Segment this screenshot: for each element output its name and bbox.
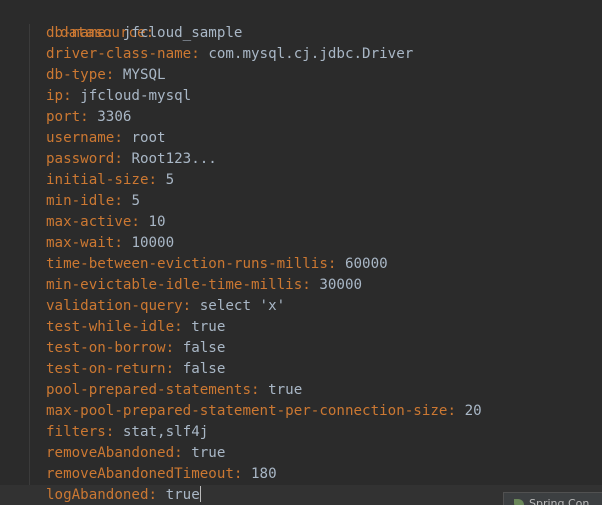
yaml-entry-line[interactable]: validation-query: select 'x' xyxy=(46,296,285,317)
colon: : xyxy=(114,235,132,251)
spring-config-popup[interactable]: Spring Con xyxy=(503,492,602,505)
yaml-value: com.mysql.cj.jdbc.Driver xyxy=(208,46,414,62)
yaml-key: test-while-idle xyxy=(46,319,175,335)
yaml-key: port xyxy=(46,109,81,125)
yaml-key: time-between-eviction-runs-millis xyxy=(46,256,328,272)
yaml-key: filters xyxy=(46,424,106,440)
yaml-value: MYSQL xyxy=(122,67,166,83)
yaml-entry-line[interactable]: time-between-eviction-runs-millis: 60000 xyxy=(46,254,388,275)
colon: : xyxy=(174,319,192,335)
yaml-entry-line[interactable]: pool-prepared-statements: true xyxy=(46,380,302,401)
yaml-key: test-on-return xyxy=(46,361,166,377)
yaml-root-line[interactable]: datasource: xyxy=(26,2,154,41)
yaml-value: Root123... xyxy=(131,151,217,167)
yaml-entry-line[interactable]: max-active: 10 xyxy=(46,212,166,233)
colon: : xyxy=(165,361,183,377)
colon: : xyxy=(251,382,269,398)
yaml-entry-line[interactable]: initial-size: 5 xyxy=(46,170,174,191)
indent-guide xyxy=(29,24,30,505)
yaml-key: driver-class-name xyxy=(46,46,192,62)
yaml-value: select 'x' xyxy=(199,298,286,314)
yaml-value: 5 xyxy=(131,193,140,209)
yaml-entry-line[interactable]: db-name: jfcloud_sample xyxy=(46,23,242,44)
yaml-value: 10000 xyxy=(131,235,175,251)
yaml-entry-line[interactable]: password: Root123... xyxy=(46,149,217,170)
yaml-value: true xyxy=(268,382,303,398)
yaml-key: removeAbandoned xyxy=(46,445,175,461)
yaml-value: false xyxy=(182,340,226,356)
colon: : xyxy=(165,340,183,356)
yaml-entry-line[interactable]: min-evictable-idle-time-millis: 30000 xyxy=(46,275,362,296)
colon: : xyxy=(182,298,200,314)
yaml-value: 60000 xyxy=(344,256,388,272)
yaml-key: min-idle xyxy=(46,193,115,209)
yaml-entry-line[interactable]: max-wait: 10000 xyxy=(46,233,174,254)
yaml-entry-line[interactable]: db-type: MYSQL xyxy=(46,65,166,86)
yaml-entry-line[interactable]: filters: stat,slf4j xyxy=(46,422,208,443)
yaml-entry-line[interactable]: min-idle: 5 xyxy=(46,191,140,212)
yaml-key: test-on-borrow xyxy=(46,340,166,356)
yaml-value: 30000 xyxy=(319,277,363,293)
yaml-value: true xyxy=(191,319,226,335)
yaml-key: validation-query xyxy=(46,298,183,314)
colon: : xyxy=(80,109,98,125)
yaml-entry-line[interactable]: removeAbandonedTimeout: 180 xyxy=(46,464,277,485)
yaml-key: initial-size xyxy=(46,172,149,188)
colon: : xyxy=(191,46,209,62)
colon: : xyxy=(105,67,123,83)
yaml-value: true xyxy=(191,445,226,461)
yaml-value: 5 xyxy=(165,172,175,188)
yaml-entry-line[interactable]: test-on-return: false xyxy=(46,359,225,380)
yaml-key: db-type xyxy=(46,67,106,83)
yaml-key: min-evictable-idle-time-millis xyxy=(46,277,303,293)
yaml-value: true xyxy=(165,487,200,503)
yaml-entry-line[interactable]: ip: jfcloud-mysql xyxy=(46,86,191,107)
popup-label: Spring Con xyxy=(529,497,590,505)
yaml-key: pool-prepared-statements xyxy=(46,382,251,398)
colon: : xyxy=(447,403,465,419)
yaml-key: password xyxy=(46,151,115,167)
colon: : xyxy=(302,277,320,293)
yaml-value: 180 xyxy=(251,466,277,482)
code-editor[interactable]: datasource: db-name: jfcloud_sample drive… xyxy=(0,0,602,505)
colon: : xyxy=(105,424,123,440)
yaml-value: root xyxy=(131,130,166,146)
yaml-entry-line[interactable]: test-while-idle: true xyxy=(46,317,225,338)
colon: : xyxy=(327,256,345,272)
yaml-entry-line[interactable]: removeAbandoned: true xyxy=(46,443,225,464)
yaml-value: jfcloud-mysql xyxy=(80,88,192,104)
yaml-key: db-name xyxy=(46,25,106,41)
yaml-key: logAbandoned xyxy=(46,487,149,503)
yaml-key: username xyxy=(46,130,115,146)
yaml-value: jfcloud_sample xyxy=(122,25,243,41)
yaml-value: stat,slf4j xyxy=(122,424,209,440)
colon: : xyxy=(114,130,132,146)
text-caret xyxy=(199,486,201,502)
yaml-key: removeAbandonedTimeout xyxy=(46,466,234,482)
yaml-key: ip xyxy=(46,88,64,104)
yaml-entry-line[interactable]: test-on-borrow: false xyxy=(46,338,225,359)
colon: : xyxy=(148,172,166,188)
yaml-value: 3306 xyxy=(97,109,132,125)
yaml-value: false xyxy=(182,361,226,377)
colon: : xyxy=(114,193,132,209)
colon: : xyxy=(233,466,252,482)
yaml-value: 10 xyxy=(148,214,166,230)
spring-leaf-icon xyxy=(514,499,524,505)
yaml-key: max-wait xyxy=(46,235,115,251)
yaml-entry-line[interactable]: username: root xyxy=(46,128,166,149)
yaml-value: 20 xyxy=(464,403,482,419)
colon: : xyxy=(174,445,192,461)
colon: : xyxy=(148,487,166,503)
colon: : xyxy=(105,25,123,41)
yaml-key: max-pool-prepared-statement-per-connecti… xyxy=(46,403,448,419)
colon: : xyxy=(114,151,132,167)
yaml-entry-line[interactable]: port: 3306 xyxy=(46,107,131,128)
colon: : xyxy=(131,214,149,230)
yaml-key: max-active xyxy=(46,214,132,230)
colon: : xyxy=(63,88,81,104)
yaml-entry-line[interactable]: driver-class-name: com.mysql.cj.jdbc.Dri… xyxy=(46,44,413,65)
yaml-entry-line[interactable]: max-pool-prepared-statement-per-connecti… xyxy=(46,401,482,422)
